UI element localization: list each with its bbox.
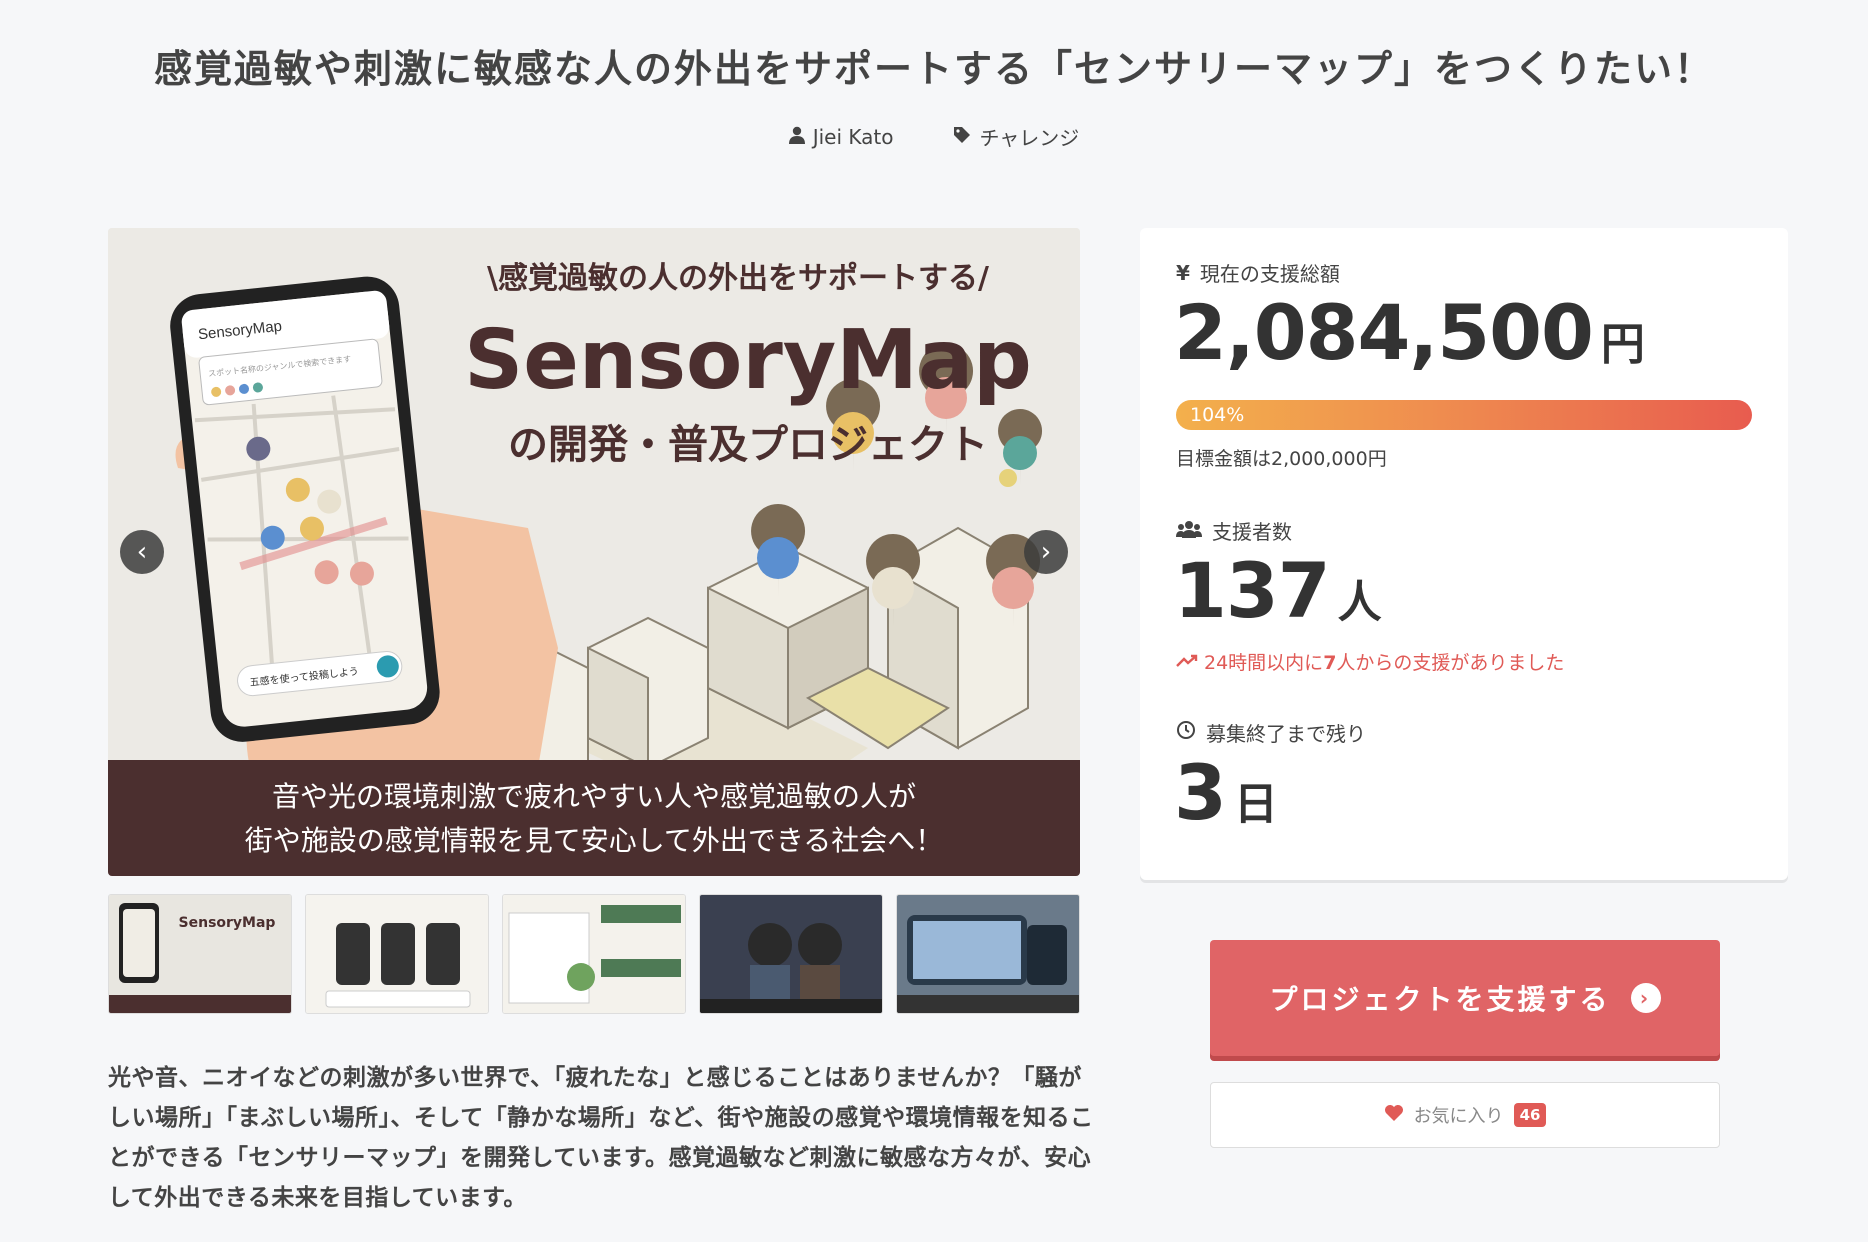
favorite-label: お気に入り: [1413, 1106, 1504, 1127]
hero-banner-line1: 音や光の環境刺激で疲れやすい人や感覚過敏の人が: [272, 780, 916, 813]
author[interactable]: Jiei Kato: [788, 122, 894, 151]
page-title: 感覚過敏や刺激に敏感な人の外出をサポートする「センサリーマップ」をつくりたい！: [153, 47, 1714, 91]
remaining-unit: 日: [1233, 779, 1278, 830]
category[interactable]: チャレンジ: [953, 122, 1079, 151]
total-label-row: ¥ 現在の支援総額: [1176, 258, 1340, 287]
clock-icon: [1176, 720, 1196, 745]
thumbnail-1[interactable]: SensoryMap: [108, 894, 292, 1014]
thumbnail-4[interactable]: [699, 894, 883, 1014]
hero-banner-line2: 街や施設の感覚情報を見て安心して外出できる社会へ！: [245, 824, 944, 857]
users-icon: [1176, 519, 1202, 543]
project-meta: Jiei Kato チャレンジ: [0, 122, 1868, 151]
user-icon: [788, 125, 805, 149]
remaining-count-row: 3 日: [1174, 748, 1278, 837]
hero-tagline: の開発・普及プロジェクト: [508, 422, 988, 468]
backers-label-row: 支援者数: [1176, 516, 1292, 545]
heart-icon: [1384, 1104, 1404, 1127]
remaining-label-row: 募集終了まで残り: [1176, 718, 1366, 747]
hero-subtitle: \感覚過敏の人の外出をサポートする/: [487, 261, 989, 296]
progress-bar: 104%: [1176, 400, 1752, 430]
backers-count: 137: [1174, 546, 1331, 635]
thumbnail-3[interactable]: [502, 894, 686, 1014]
recent-suffix: 人からの支援がありました: [1336, 652, 1565, 674]
carousel-next-button[interactable]: ›: [1024, 530, 1068, 574]
hero-app-name: SensoryMap: [464, 313, 1032, 408]
support-project-button[interactable]: プロジェクトを支援する ›: [1210, 940, 1720, 1056]
chevron-right-icon: ›: [1040, 537, 1052, 567]
thumbnail-strip: SensoryMap: [108, 894, 1080, 1014]
hero-image[interactable]: SensoryMap スポット名称のジャンルで検索できます 五感を使って投稿しよ…: [108, 228, 1080, 876]
carousel-prev-button[interactable]: ‹: [120, 530, 164, 574]
recent-backers: 24時間以内に7人からの支援がありました: [1176, 648, 1564, 675]
funding-stats-card: ¥ 現在の支援総額 2,084,500 円 104% 目標金額は2,000,00…: [1140, 228, 1788, 880]
author-name: Jiei Kato: [812, 124, 894, 149]
support-label: プロジェクトを支援する: [1269, 983, 1611, 1016]
backers-count-row: 137 人: [1174, 546, 1382, 635]
thumbnail-2[interactable]: [305, 894, 489, 1014]
tag-icon: [953, 125, 971, 149]
progress-percent: 104%: [1190, 404, 1245, 426]
favorite-count: 46: [1513, 1103, 1547, 1127]
goal-amount: 目標金額は2,000,000円: [1176, 448, 1387, 470]
thumbnail-5[interactable]: [896, 894, 1080, 1014]
chevron-left-icon: ‹: [136, 537, 148, 567]
total-label: 現在の支援総額: [1199, 262, 1340, 286]
total-amount: 2,084,500: [1174, 288, 1594, 377]
backers-label: 支援者数: [1212, 520, 1292, 544]
project-description: 光や音、ニオイなどの刺激が多い世界で、「疲れたな」と感じることはありませんか？「…: [108, 1065, 1094, 1211]
arrow-right-circle-icon: ›: [1630, 983, 1661, 1013]
total-unit: 円: [1600, 319, 1645, 370]
hero-banner: [108, 760, 1080, 876]
remaining-count: 3: [1174, 748, 1227, 837]
category-name: チャレンジ: [979, 126, 1080, 150]
recent-count: 7: [1323, 652, 1337, 674]
backers-unit: 人: [1337, 577, 1382, 628]
svg-text:SensoryMap: SensoryMap: [179, 915, 276, 931]
remaining-label: 募集終了まで残り: [1206, 722, 1366, 746]
favorite-button[interactable]: お気に入り 46: [1210, 1082, 1720, 1148]
total-amount-row: 2,084,500 円: [1174, 288, 1645, 377]
trending-up-icon: [1176, 651, 1198, 673]
recent-prefix: 24時間以内に: [1204, 652, 1324, 674]
yen-icon: ¥: [1176, 260, 1190, 285]
